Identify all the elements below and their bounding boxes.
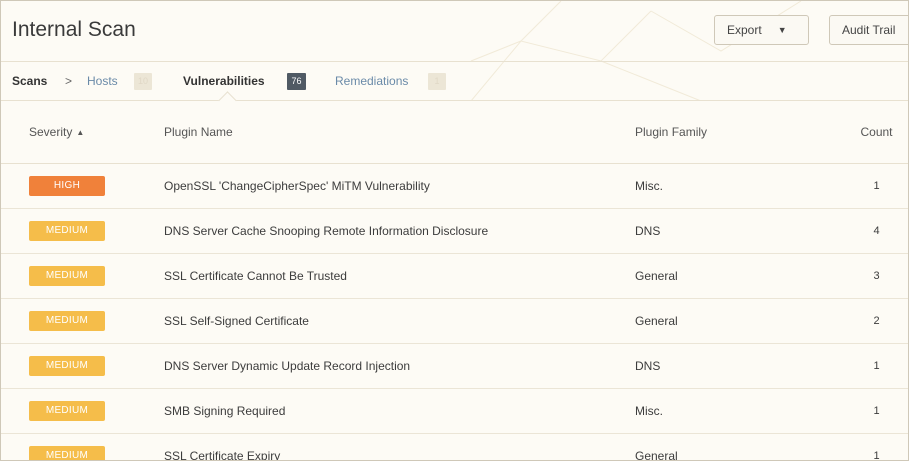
severity-badge: MEDIUM <box>29 356 105 376</box>
breadcrumb-separator: > <box>65 74 73 88</box>
tab-hosts[interactable]: Hosts <box>87 74 118 88</box>
plugin-count: 2 <box>845 298 908 344</box>
export-label: Export <box>727 23 762 37</box>
column-plugin-name[interactable]: Plugin Name <box>164 101 635 164</box>
column-count[interactable]: Count <box>845 101 908 164</box>
severity-badge: MEDIUM <box>29 446 105 460</box>
export-button[interactable]: Export ▼ <box>714 15 809 45</box>
table-row[interactable]: MEDIUM SSL Certificate Expiry General 1 <box>1 433 908 460</box>
table-row[interactable]: HIGH OpenSSL 'ChangeCipherSpec' MiTM Vul… <box>1 163 908 209</box>
table-row[interactable]: MEDIUM SMB Signing Required Misc. 1 <box>1 388 908 434</box>
severity-badge: MEDIUM <box>29 311 105 331</box>
table-row[interactable]: MEDIUM DNS Server Dynamic Update Record … <box>1 343 908 389</box>
page-title: Internal Scan <box>12 18 136 41</box>
severity-badge: MEDIUM <box>29 401 105 421</box>
plugin-count: 4 <box>845 208 908 254</box>
plugin-family: General <box>635 298 845 344</box>
column-severity[interactable]: Severity ▲ <box>1 101 164 164</box>
caret-up-icon: ▲ <box>76 128 85 137</box>
scan-results-panel: Internal Scan Export ▼ Audit Trail Scans… <box>0 0 909 461</box>
vulnerabilities-table: Severity ▲ Plugin Name Plugin Family Coun… <box>1 101 908 460</box>
plugin-family: DNS <box>635 208 845 254</box>
severity-badge: MEDIUM <box>29 266 105 286</box>
remediations-count-badge: 1 <box>428 72 446 90</box>
tab-remediations[interactable]: Remediations <box>335 74 408 88</box>
table-header-row: Severity ▲ Plugin Name Plugin Family Coun… <box>1 101 908 164</box>
plugin-count: 3 <box>845 253 908 299</box>
breadcrumb-scans[interactable]: Scans <box>12 74 47 88</box>
audit-trail-button[interactable]: Audit Trail <box>829 15 908 45</box>
vulnerabilities-count-badge: 76 <box>287 72 306 90</box>
plugin-count: 1 <box>845 433 908 460</box>
column-plugin-family[interactable]: Plugin Family <box>635 101 845 164</box>
table-row[interactable]: MEDIUM DNS Server Cache Snooping Remote … <box>1 208 908 254</box>
plugin-family: DNS <box>635 343 845 389</box>
plugin-count: 1 <box>845 343 908 389</box>
plugin-family: Misc. <box>635 163 845 209</box>
plugin-family: Misc. <box>635 388 845 434</box>
severity-badge: MEDIUM <box>29 221 105 241</box>
tab-vulnerabilities[interactable]: Vulnerabilities <box>183 74 265 88</box>
plugin-name: DNS Server Cache Snooping Remote Informa… <box>164 208 635 254</box>
plugin-count: 1 <box>845 388 908 434</box>
plugin-name: SSL Certificate Cannot Be Trusted <box>164 253 635 299</box>
plugin-count: 1 <box>845 163 908 209</box>
page-header: Internal Scan Export ▼ Audit Trail <box>1 1 908 62</box>
severity-badge: HIGH <box>29 176 105 196</box>
plugin-family: General <box>635 433 845 460</box>
column-severity-label: Severity <box>29 125 73 139</box>
table-row[interactable]: MEDIUM SSL Certificate Cannot Be Trusted… <box>1 253 908 299</box>
plugin-name: SMB Signing Required <box>164 388 635 434</box>
caret-down-icon: ▼ <box>777 25 787 35</box>
breadcrumb: Scans > Hosts 10 Vulnerabilities 76 Reme… <box>1 62 908 110</box>
audit-trail-label: Audit Trail <box>842 23 896 37</box>
plugin-name: SSL Certificate Expiry <box>164 433 635 460</box>
plugin-name: OpenSSL 'ChangeCipherSpec' MiTM Vulnerab… <box>164 163 635 209</box>
plugin-name: DNS Server Dynamic Update Record Injecti… <box>164 343 635 389</box>
plugin-name: SSL Self-Signed Certificate <box>164 298 635 344</box>
plugin-family: General <box>635 253 845 299</box>
hosts-count-badge: 10 <box>134 72 152 90</box>
table-row[interactable]: MEDIUM SSL Self-Signed Certificate Gener… <box>1 298 908 344</box>
